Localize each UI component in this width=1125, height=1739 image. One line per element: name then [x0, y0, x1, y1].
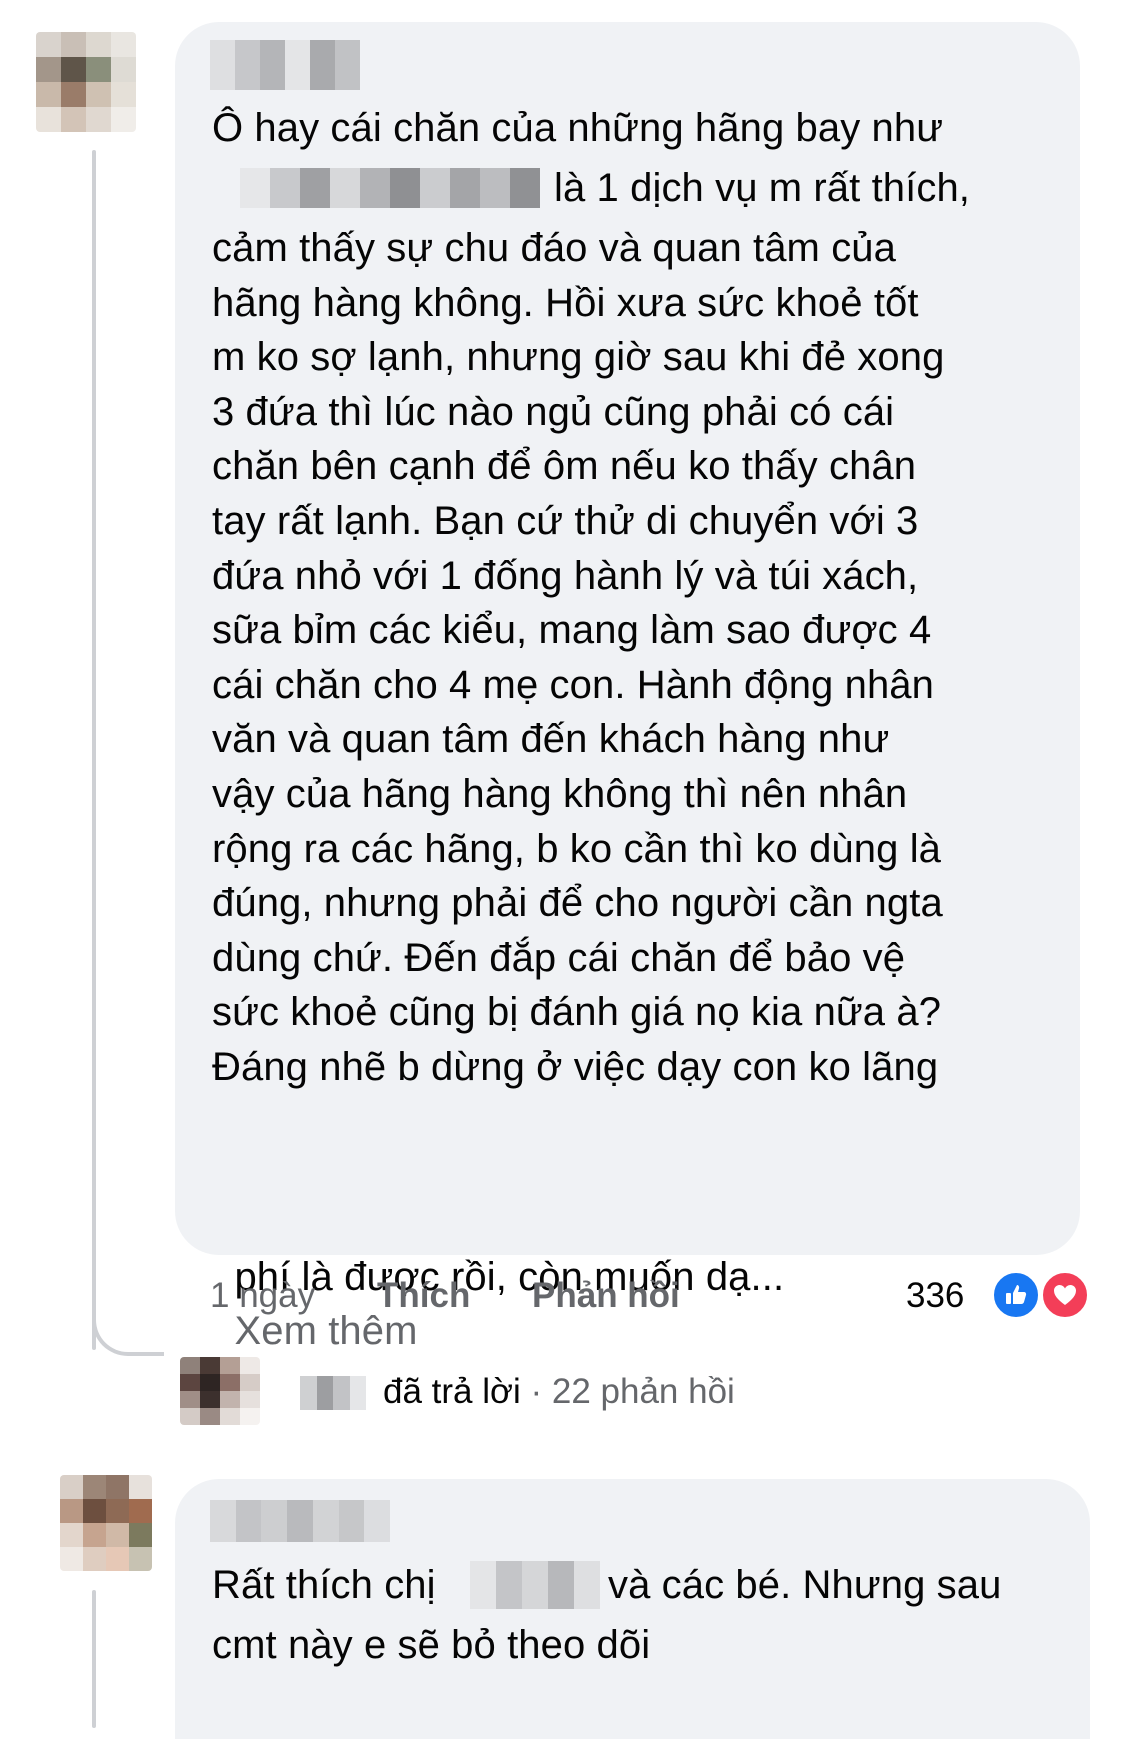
separator-dot: ·	[530, 1372, 543, 1411]
commenter-name-redacted[interactable]	[210, 40, 360, 90]
like-button[interactable]: Thích	[377, 1276, 470, 1316]
comment2-text-line1-start: Rất thích chị	[212, 1563, 436, 1607]
comment-action-bar: 1 ngày Thích Phản hồi 336	[0, 1276, 1125, 1326]
view-replies-link[interactable]: đã trả lời · 22 phản hồi	[383, 1372, 735, 1412]
like-icon[interactable]	[991, 1270, 1041, 1320]
replier-avatar[interactable]	[180, 1357, 260, 1425]
replies-count: 22 phản hồi	[551, 1372, 735, 1411]
replied-text: đã trả lời	[383, 1372, 521, 1411]
comment-text-line1: Ô hay cái chăn của những hãng bay như	[212, 106, 944, 150]
reaction-count[interactable]: 336	[906, 1276, 964, 1316]
mentioned-airline-redacted	[240, 168, 540, 208]
replier-name-redacted[interactable]	[300, 1376, 366, 1410]
comment-timestamp[interactable]: 1 ngày	[210, 1276, 315, 1316]
comment2-text-line2: cmt này e sẽ bỏ theo dõi	[212, 1623, 651, 1667]
comment-text-body: cảm thấy sự chu đáo và quan tâm của hãng…	[212, 226, 945, 1089]
comment-text-line2: là 1 dịch vụ m rất thích,	[554, 166, 971, 210]
thread-line-2	[92, 1590, 96, 1728]
mentioned-person-redacted	[470, 1561, 600, 1609]
thread-connector-line	[92, 150, 96, 1350]
commenter2-name-redacted[interactable]	[210, 1500, 390, 1542]
commenter-avatar[interactable]	[36, 32, 136, 132]
reply-button[interactable]: Phản hồi	[532, 1276, 680, 1316]
comment2-text-line1-end: và các bé. Nhưng sau	[608, 1563, 1002, 1607]
commenter2-avatar[interactable]	[60, 1475, 152, 1571]
love-icon[interactable]	[1040, 1270, 1090, 1320]
